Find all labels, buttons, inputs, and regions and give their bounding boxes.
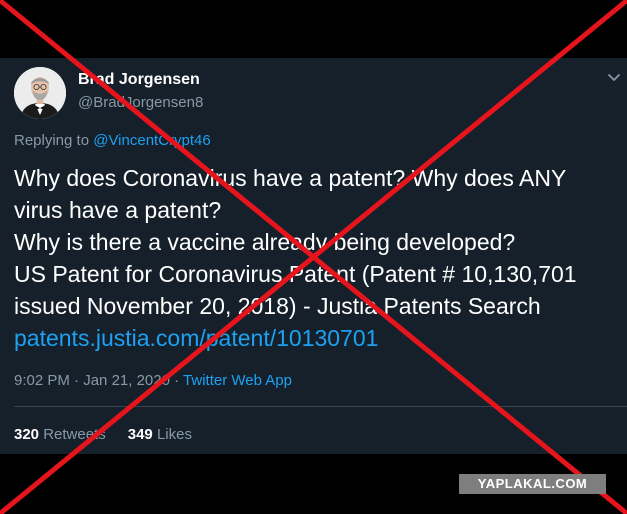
author-handle[interactable]: @BradJorgensen8 — [78, 94, 203, 111]
tweet-date[interactable]: Jan 21, 2020 — [83, 372, 170, 389]
tweet-text-line: Why does Coronavirus have a patent? Why … — [14, 165, 567, 191]
separator-dot: · — [74, 372, 80, 389]
tweet-text-line: Why is there a vaccine already being dev… — [14, 229, 516, 255]
replying-to-line: Replying to @VincentCrypt46 — [14, 132, 211, 149]
likes-count: 349 — [127, 426, 153, 443]
tweet-text-line: issued November 20, 2018) - Justia Paten… — [14, 293, 541, 319]
tweet-time[interactable]: 9:02 PM — [14, 372, 70, 389]
likes-stat[interactable]: 349 Likes — [128, 426, 192, 443]
tweet-text: Why does Coronavirus have a patent? Why … — [14, 162, 620, 354]
tweet-text-line: virus have a patent? — [14, 197, 222, 223]
replying-to-label: Replying to — [14, 132, 90, 149]
retweets-label: Retweets — [43, 426, 106, 443]
tweet-text-line: US Patent for Coronavirus Patent (Patent… — [14, 261, 577, 287]
timestamp-row: 9:02 PM · Jan 21, 2020 · Twitter Web App — [14, 372, 292, 389]
patent-link[interactable]: patents.justia.com/patent/10130701 — [14, 322, 620, 354]
likes-label: Likes — [156, 426, 192, 443]
separator-dot: · — [174, 372, 180, 389]
avatar[interactable] — [14, 67, 66, 119]
avatar-photo-icon — [14, 67, 66, 119]
divider — [14, 406, 627, 407]
tweet-source-link[interactable]: Twitter Web App — [183, 372, 292, 389]
tweet-card: Brad Jorgensen @BradJorgensen8 Replying … — [0, 58, 627, 454]
author-name[interactable]: Brad Jorgensen — [78, 71, 200, 89]
retweets-stat[interactable]: 320 Retweets — [14, 426, 106, 443]
replying-to-mention-link[interactable]: @VincentCrypt46 — [93, 132, 211, 149]
chevron-down-icon[interactable] — [604, 70, 624, 86]
retweets-count: 320 — [14, 426, 40, 443]
watermark: YAPLAKAL.COM — [459, 474, 606, 494]
engagement-stats: 320 Retweets 349 Likes — [14, 426, 192, 443]
